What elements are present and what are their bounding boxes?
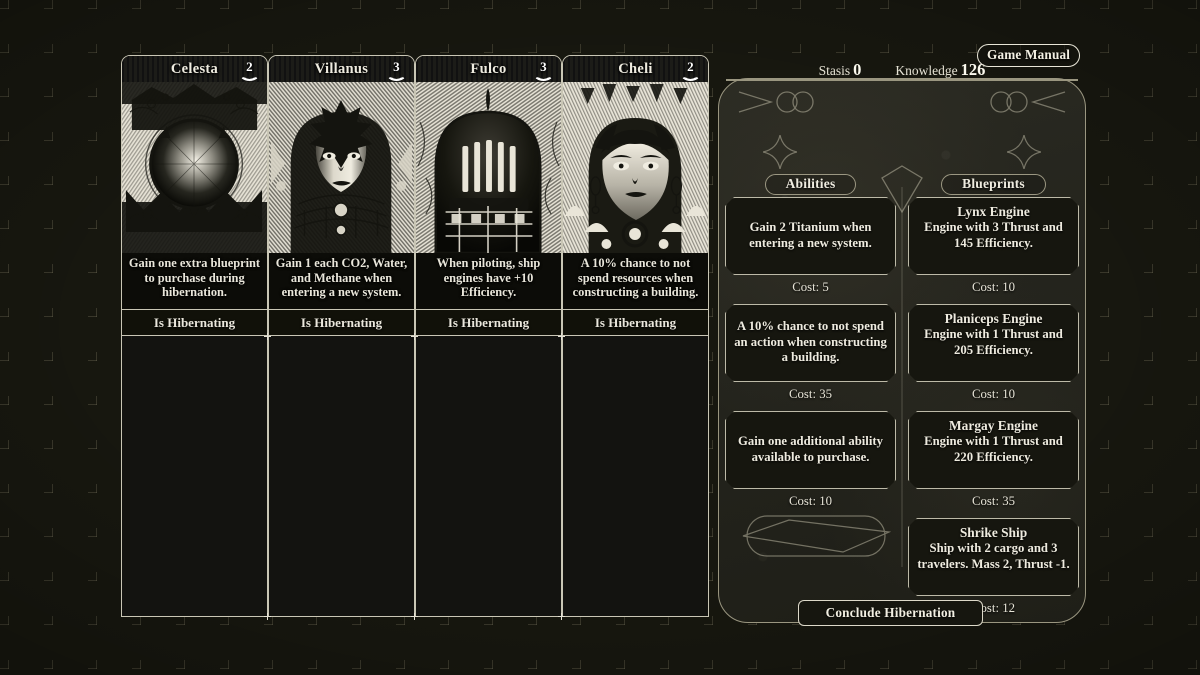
- knowledge-label: Knowledge: [895, 63, 958, 78]
- card-ability-text: Gain one extra blueprint to purchase dur…: [128, 256, 261, 300]
- card-ability-text: A 10% chance to not spend resources when…: [572, 256, 699, 300]
- blueprint-title: Planiceps Engine: [944, 311, 1043, 326]
- character-card[interactable]: Villanus 3 Gain 1 each CO2, Water, and M…: [268, 55, 415, 336]
- blueprint-cost: Cost: 35: [971, 494, 1016, 508]
- knowledge-stat: Knowledge 126: [895, 60, 985, 80]
- ability-description: Gain 2 Titanium when entering a new syst…: [749, 220, 872, 250]
- card-column: Fulco 3 When piloting, ship engines have…: [415, 55, 562, 617]
- card-portrait-crowned-helm: [269, 82, 414, 253]
- card-ability-text: When piloting, ship engines have +10 Eff…: [436, 256, 541, 300]
- character-card[interactable]: Fulco 3 When piloting, ship engines have…: [415, 55, 562, 336]
- card-cost-value: 2: [246, 59, 253, 74]
- blueprint-cost: Cost: 10: [971, 280, 1016, 294]
- card-name: Cheli: [618, 60, 653, 77]
- card-header: Villanus 3: [269, 56, 414, 82]
- character-card[interactable]: Celesta 2 Gain one extra blueprint to pu…: [121, 55, 268, 336]
- abilities-column: Gain 2 Titanium when entering a new syst…: [719, 197, 902, 622]
- ability-cost: Cost: 5: [792, 280, 829, 294]
- card-status: Is Hibernating: [269, 309, 414, 335]
- card-cost-value: 2: [687, 59, 694, 74]
- ornament-circles-right: [990, 91, 1066, 113]
- card-name: Villanus: [314, 60, 369, 77]
- panel-column-headers: Abilities Blueprints: [719, 174, 1085, 195]
- hibernation-panel: Abilities Blueprints Gain 2 Titanium whe…: [718, 78, 1086, 623]
- blueprint-description: Engine with 1 Thrust and 205 Efficiency.: [924, 327, 1063, 357]
- conclude-hibernation-button[interactable]: Conclude Hibernation: [798, 600, 983, 626]
- card-header: Fulco 3: [416, 56, 561, 82]
- ornament-circles-left: [738, 91, 814, 113]
- panel-columns: Gain 2 Titanium when entering a new syst…: [719, 197, 1085, 622]
- card-cost-badge: 2: [680, 59, 701, 81]
- blueprints-header: Blueprints: [941, 174, 1046, 195]
- stasis-label: Stasis: [818, 63, 851, 78]
- blueprint-title: Lynx Engine: [957, 204, 1030, 219]
- blueprint-description: Engine with 3 Thrust and 145 Efficiency.: [924, 220, 1063, 250]
- blueprint-item[interactable]: Planiceps Engine Engine with 1 Thrust an…: [908, 304, 1079, 382]
- card-cost-badge: 3: [386, 59, 407, 81]
- card-cost-badge: 3: [533, 59, 554, 81]
- blueprints-column: Lynx Engine Engine with 3 Thrust and 145…: [902, 197, 1085, 622]
- card-status: Is Hibernating: [122, 309, 267, 335]
- blueprint-cost: Cost: 10: [971, 387, 1016, 401]
- stasis-value: 0: [853, 60, 862, 79]
- card-header: Celesta 2: [122, 56, 267, 82]
- card-name: Celesta: [170, 60, 219, 77]
- abilities-header: Abilities: [764, 174, 857, 195]
- blueprint-item[interactable]: Lynx Engine Engine with 3 Thrust and 145…: [908, 197, 1079, 275]
- game-screen: Celesta 2 Gain one extra blueprint to pu…: [0, 0, 1200, 675]
- card-cost-value: 3: [540, 59, 547, 74]
- card-column: Villanus 3 Gain 1 each CO2, Water, and M…: [268, 55, 415, 617]
- blueprint-description: Ship with 2 cargo and 3 travelers. Mass …: [917, 541, 1070, 571]
- ability-item[interactable]: Gain 2 Titanium when entering a new syst…: [725, 197, 896, 275]
- card-header: Cheli 2: [563, 56, 708, 82]
- blueprint-title: Shrike Ship: [959, 525, 1028, 540]
- blueprint-item[interactable]: Shrike Ship Ship with 2 cargo and 3 trav…: [908, 518, 1079, 596]
- empty-card-slot[interactable]: [121, 336, 268, 617]
- card-portrait-celestial-orb: [122, 82, 267, 253]
- character-card-row: Celesta 2 Gain one extra blueprint to pu…: [121, 55, 711, 617]
- card-column: Celesta 2 Gain one extra blueprint to pu…: [121, 55, 268, 617]
- character-card[interactable]: Cheli 2 A 10% chance to not spend resour…: [562, 55, 709, 336]
- card-cost-badge: 2: [239, 59, 260, 81]
- card-name: Fulco: [470, 60, 507, 77]
- card-ability-text: Gain 1 each CO2, Water, and Methane when…: [275, 256, 408, 300]
- ability-description: A 10% chance to not spend an action when…: [734, 319, 887, 365]
- game-manual-button[interactable]: Game Manual: [977, 44, 1081, 67]
- blueprint-title: Margay Engine: [949, 418, 1038, 433]
- ability-description: Gain one additional ability available to…: [738, 434, 883, 464]
- empty-card-slot[interactable]: [415, 336, 562, 617]
- card-column: Cheli 2 A 10% chance to not spend resour…: [562, 55, 709, 617]
- ornament-star-left: [763, 135, 797, 169]
- card-portrait-hooded-figure: [563, 82, 708, 253]
- stasis-stat: Stasis 0: [819, 60, 862, 80]
- ornament-star-right: [1007, 135, 1041, 169]
- card-cost-value: 3: [393, 59, 400, 74]
- blueprint-item[interactable]: Margay Engine Engine with 1 Thrust and 2…: [908, 411, 1079, 489]
- card-status: Is Hibernating: [563, 309, 708, 335]
- ability-item[interactable]: A 10% chance to not spend an action when…: [725, 304, 896, 382]
- blueprint-description: Engine with 1 Thrust and 220 Efficiency.: [924, 434, 1063, 464]
- card-status: Is Hibernating: [416, 309, 561, 335]
- card-portrait-visored-helm: [416, 82, 561, 253]
- ability-cost: Cost: 10: [788, 494, 833, 508]
- ability-cost: Cost: 35: [788, 387, 833, 401]
- empty-card-slot[interactable]: [562, 336, 709, 617]
- ability-item[interactable]: Gain one additional ability available to…: [725, 411, 896, 489]
- empty-card-slot[interactable]: [268, 336, 415, 617]
